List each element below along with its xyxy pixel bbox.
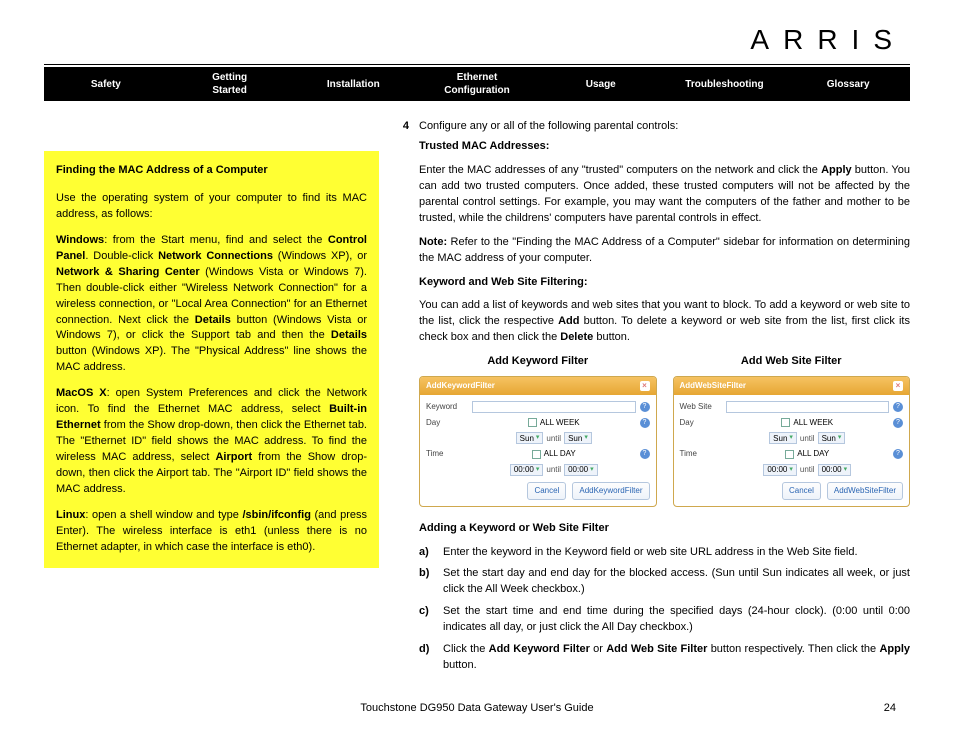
label-until: until <box>546 433 561 445</box>
nav-troubleshooting[interactable]: Troubleshooting <box>663 78 787 91</box>
nav-getting-started[interactable]: GettingStarted <box>168 71 292 97</box>
label-until: until <box>546 464 561 476</box>
sidebar-linux: Linux: open a shell window and type /sbi… <box>56 508 367 556</box>
list-marker-d: d) <box>419 642 435 674</box>
caption-keyword-filter: Add Keyword Filter <box>419 354 657 370</box>
main-content: 4 Configure any or all of the following … <box>397 119 910 680</box>
close-icon[interactable]: × <box>640 381 650 391</box>
kw-title: Keyword and Web Site Filtering: <box>419 275 910 291</box>
sidebar-title: Finding the MAC Address of a Computer <box>56 163 367 179</box>
select-time-end[interactable]: 00:00 <box>818 464 852 476</box>
help-icon[interactable]: ? <box>640 402 650 412</box>
dialog-add-keyword: AddKeywordFilter × Keyword ? Day <box>419 376 657 506</box>
checkbox-allday[interactable] <box>785 450 794 459</box>
tma-note: Note: Refer to the "Finding the MAC Addr… <box>419 235 910 267</box>
page-number: 24 <box>884 702 896 714</box>
select-time-end[interactable]: 00:00 <box>564 464 598 476</box>
label-allweek: ALL WEEK <box>793 417 833 429</box>
checkbox-allweek[interactable] <box>781 418 790 427</box>
nav-ethernet-config[interactable]: EthernetConfiguration <box>415 71 539 97</box>
nav-glossary[interactable]: Glossary <box>786 78 910 91</box>
cancel-button[interactable]: Cancel <box>782 482 821 500</box>
list-item-c: Set the start time and end time during t… <box>443 604 910 636</box>
input-website[interactable] <box>726 401 890 413</box>
label-website: Web Site <box>680 401 722 413</box>
label-until: until <box>800 464 815 476</box>
help-icon[interactable]: ? <box>640 449 650 459</box>
sidebar-macos: MacOS X: open System Preferences and cli… <box>56 386 367 498</box>
select-time-start[interactable]: 00:00 <box>510 464 544 476</box>
label-allday: ALL DAY <box>797 448 829 460</box>
label-keyword: Keyword <box>426 401 468 413</box>
list-marker-b: b) <box>419 566 435 598</box>
select-day-end[interactable]: Sun <box>818 432 846 444</box>
add-website-filter-button[interactable]: AddWebSiteFilter <box>827 482 903 500</box>
add-keyword-filter-button[interactable]: AddKeywordFilter <box>572 482 649 500</box>
help-icon[interactable]: ? <box>893 418 903 428</box>
page-footer: Touchstone DG950 Data Gateway User's Gui… <box>44 702 910 714</box>
list-item-a: Enter the keyword in the Keyword field o… <box>443 545 910 561</box>
label-allday: ALL DAY <box>544 448 576 460</box>
kw-paragraph: You can add a list of keywords and web s… <box>419 298 910 346</box>
dialog-add-website: AddWebSiteFilter × Web Site ? Day <box>673 376 911 506</box>
list-item-d: Click the Add Keyword Filter or Add Web … <box>443 642 910 674</box>
brand-logo: ARRIS <box>44 24 910 56</box>
help-icon[interactable]: ? <box>893 449 903 459</box>
nav-safety[interactable]: Safety <box>44 78 168 91</box>
list-marker-a: a) <box>419 545 435 561</box>
caption-website-filter: Add Web Site Filter <box>673 354 911 370</box>
checkbox-allweek[interactable] <box>528 418 537 427</box>
input-keyword[interactable] <box>472 401 636 413</box>
footer-title: Touchstone DG950 Data Gateway User's Gui… <box>360 702 593 714</box>
label-time: Time <box>680 448 722 460</box>
select-day-start[interactable]: Sun <box>516 432 544 444</box>
sidebar-intro: Use the operating system of your compute… <box>56 191 367 223</box>
checkbox-allday[interactable] <box>532 450 541 459</box>
tma-paragraph: Enter the MAC addresses of any "trusted"… <box>419 163 910 227</box>
label-time: Time <box>426 448 468 460</box>
add-filter-title: Adding a Keyword or Web Site Filter <box>419 521 910 537</box>
label-until: until <box>800 433 815 445</box>
sidebar-windows: Windows: from the Start menu, find and s… <box>56 233 367 376</box>
help-icon[interactable]: ? <box>640 418 650 428</box>
select-time-start[interactable]: 00:00 <box>763 464 797 476</box>
select-day-end[interactable]: Sun <box>564 432 592 444</box>
label-allweek: ALL WEEK <box>540 417 580 429</box>
tma-title: Trusted MAC Addresses: <box>419 139 910 155</box>
select-day-start[interactable]: Sun <box>769 432 797 444</box>
label-day: Day <box>426 417 468 429</box>
nav-installation[interactable]: Installation <box>291 78 415 91</box>
dialog-kw-title: AddKeywordFilter <box>426 380 495 392</box>
list-item-b: Set the start day and end day for the bl… <box>443 566 910 598</box>
divider-top <box>44 64 910 65</box>
cancel-button[interactable]: Cancel <box>527 482 566 500</box>
step-number: 4 <box>397 119 409 135</box>
label-day: Day <box>680 417 722 429</box>
close-icon[interactable]: × <box>893 381 903 391</box>
dialog-ws-title: AddWebSiteFilter <box>680 380 747 392</box>
sidebar-mac-address: Finding the MAC Address of a Computer Us… <box>44 151 379 568</box>
nav-bar: Safety GettingStarted Installation Ether… <box>44 67 910 101</box>
list-marker-c: c) <box>419 604 435 636</box>
step-text: Configure any or all of the following pa… <box>419 119 910 135</box>
help-icon[interactable]: ? <box>893 402 903 412</box>
nav-usage[interactable]: Usage <box>539 78 663 91</box>
